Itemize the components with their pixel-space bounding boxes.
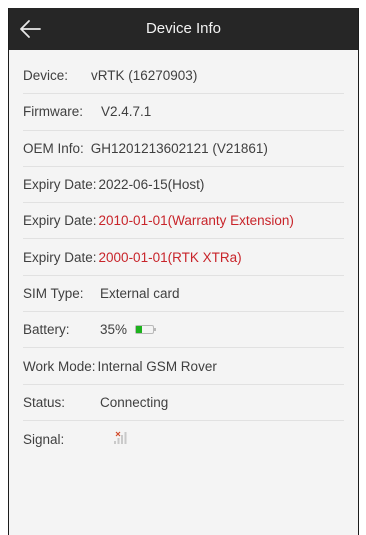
status-row: Status: Connecting xyxy=(23,385,344,421)
status-value: Connecting xyxy=(100,394,169,410)
expiry-host-value: 2022-06-15(Host) xyxy=(98,177,205,193)
work-mode-row: Work Mode: Internal GSM Rover xyxy=(23,348,344,385)
expiry-xtra-row: Expiry Date: 2000-01-01(RTK XTRa) xyxy=(23,239,344,276)
status-label: Status: xyxy=(23,394,66,410)
battery-row: Battery: 35% xyxy=(23,312,344,349)
signal-none-icon xyxy=(113,431,127,448)
sim-type-row: SIM Type: External card xyxy=(23,276,344,313)
expiry-warranty-row: Expiry Date: 2010-01-01(Warranty Extensi… xyxy=(23,203,344,240)
work-mode-label: Work Mode: xyxy=(23,358,96,374)
device-label: Device: xyxy=(23,68,69,84)
signal-label: Signal: xyxy=(23,431,65,447)
oem-info-label: OEM Info: xyxy=(23,140,84,156)
battery-icon xyxy=(135,325,157,335)
firmware-value: V2.4.7.1 xyxy=(101,104,152,120)
expiry-xtra-value: 2000-01-01(RTK XTRa) xyxy=(98,249,242,265)
device-info-screen: Device Info Device: vRTK (16270903) Firm… xyxy=(8,8,359,535)
expiry-warranty-value: 2010-01-01(Warranty Extension) xyxy=(98,213,294,229)
work-mode-value: Internal GSM Rover xyxy=(97,358,217,374)
oem-info-row: OEM Info: GH1201213602121 (V21861) xyxy=(23,131,344,167)
signal-row: Signal: xyxy=(23,421,344,457)
device-row: Device: vRTK (16270903) xyxy=(23,58,344,95)
firmware-label: Firmware: xyxy=(23,104,83,120)
expiry-host-label: Expiry Date: xyxy=(23,177,97,193)
sim-type-value: External card xyxy=(100,285,180,301)
battery-value: 35% xyxy=(100,322,128,338)
expiry-xtra-label: Expiry Date: xyxy=(23,249,97,265)
title-bar: Device Info xyxy=(9,8,358,50)
expiry-host-row: Expiry Date: 2022-06-15(Host) xyxy=(23,167,344,204)
expiry-warranty-label: Expiry Date: xyxy=(23,213,97,229)
oem-info-value: GH1201213602121 (V21861) xyxy=(90,140,268,156)
device-info-list: Device: vRTK (16270903) Firmware: V2.4.7… xyxy=(9,58,358,457)
page-title: Device Info xyxy=(145,20,222,37)
battery-label: Battery: xyxy=(23,322,70,338)
device-value: vRTK (16270903) xyxy=(91,68,198,84)
firmware-row: Firmware: V2.4.7.1 xyxy=(23,94,344,131)
battery-level-fill xyxy=(136,326,142,334)
sim-type-label: SIM Type: xyxy=(23,285,84,301)
